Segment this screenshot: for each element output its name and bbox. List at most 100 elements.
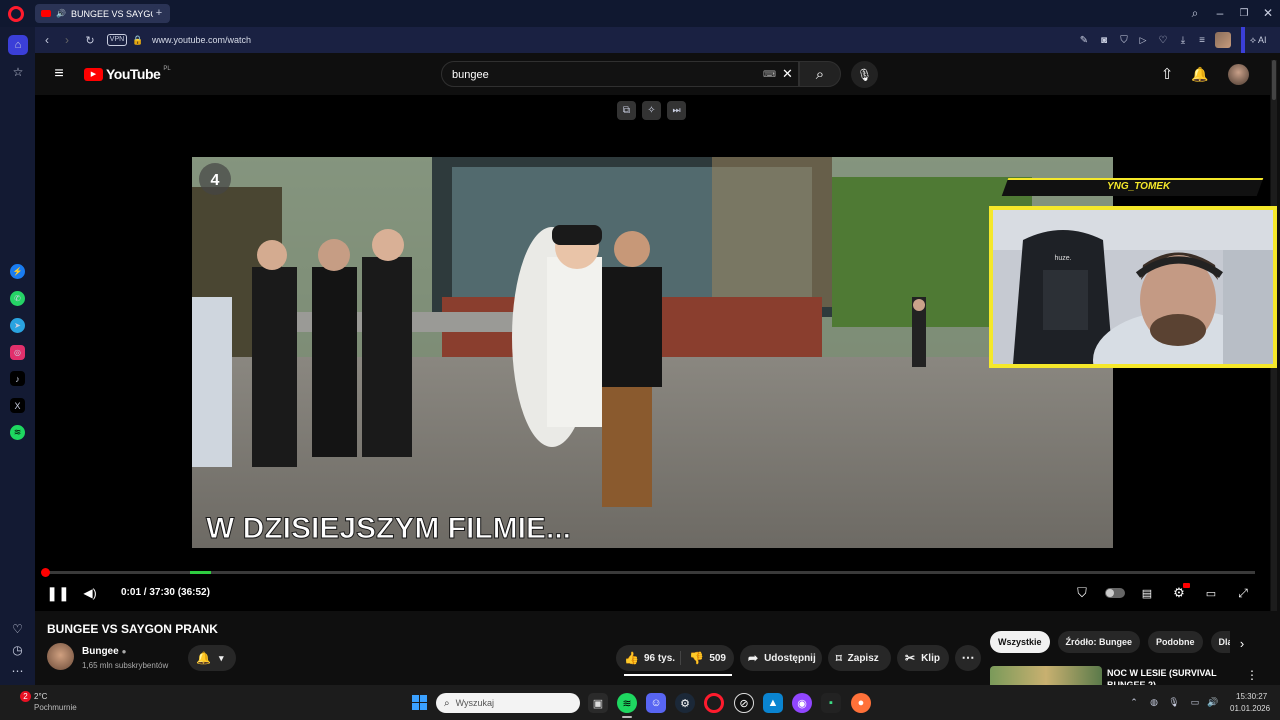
browser-tab-active[interactable]: 🔊 BUNGEE VS SAYGON (35, 4, 170, 23)
clip-button[interactable]: ✂ Klip (897, 645, 949, 671)
share-button[interactable]: ➦ Udostępnij (740, 645, 822, 671)
chip-related[interactable]: Podobne (1148, 631, 1203, 653)
weather-widget[interactable]: 2 2°C Pochmurnie (20, 691, 90, 715)
skip-icon[interactable]: ⏭ (667, 101, 686, 120)
task-view-icon[interactable]: ▣ (588, 693, 608, 713)
recommended-menu-icon[interactable]: ⋮ (1246, 668, 1258, 682)
chip-for-you[interactable]: Dla (1210, 631, 1230, 653)
clip-label: Klip (921, 652, 940, 664)
clear-search-icon[interactable]: ✕ (782, 66, 793, 82)
pause-icon[interactable]: ❚❚ (46, 584, 69, 602)
messenger-icon[interactable]: ⚡ (10, 264, 25, 279)
clock-date[interactable]: 01.01.2026 (1230, 704, 1270, 713)
fullscreen-icon[interactable]: ⤢ (1234, 584, 1252, 602)
search-button[interactable]: ⌕ (799, 61, 841, 87)
spotify-taskbar-icon[interactable]: ≋ (617, 693, 637, 713)
subtitles-icon[interactable]: ▤ (1138, 584, 1156, 602)
firefox-taskbar-icon[interactable]: ● (851, 693, 871, 713)
url-field[interactable]: www.youtube.com/watch (152, 35, 251, 45)
chips-next-icon[interactable]: › (1234, 634, 1250, 652)
steam-taskbar-icon[interactable]: ⚙ (675, 693, 695, 713)
network-icon[interactable]: ▭ (1188, 695, 1202, 709)
upload-icon[interactable]: ⇧ (1158, 65, 1176, 83)
recommended-thumbnail[interactable] (990, 666, 1102, 685)
save-button[interactable]: ⌑ Zapisz (828, 645, 891, 671)
twitch-taskbar-icon[interactable]: ◉ (792, 693, 812, 713)
recommended-title-1[interactable]: NOC W LESIE (SURVIVAL (1107, 668, 1217, 678)
progress-scrubber[interactable] (41, 568, 50, 577)
heart-outline-icon[interactable]: ♡ (1156, 32, 1170, 48)
instagram-icon[interactable]: ◎ (10, 345, 25, 360)
autoplay-toggle[interactable] (1105, 588, 1125, 598)
reload-icon[interactable]: ↻ (82, 32, 98, 48)
like-button[interactable]: 👍 96 tys. (624, 651, 675, 665)
channel-avatar[interactable] (47, 643, 74, 670)
taskbar-search[interactable]: ⌕ Wyszukaj (436, 693, 580, 713)
hamburger-menu-icon[interactable]: ≡ (49, 65, 69, 83)
clock-time[interactable]: 15:30:27 (1236, 692, 1267, 701)
search-input[interactable]: bungee ⌨ ✕ (441, 61, 799, 87)
microphone-tray-icon[interactable]: 🎙 (1168, 695, 1180, 709)
close-window-button[interactable]: ✕ (1260, 5, 1276, 21)
heart-icon[interactable]: ♡ (10, 621, 25, 636)
audio-icon[interactable]: 🔊 (56, 9, 66, 18)
thumbs-down-icon: 👎 (689, 651, 705, 665)
play-icon[interactable]: ▷ (1136, 32, 1150, 48)
sponsorblock-icon[interactable]: ⛉ (1073, 584, 1091, 602)
chip-all[interactable]: Wszystkie (990, 631, 1050, 653)
bookmarks-star-icon[interactable]: ☆ (8, 62, 28, 82)
keyboard-icon[interactable]: ⌨ (763, 69, 776, 80)
page-scrollbar[interactable] (1271, 60, 1277, 680)
video-frame[interactable]: 4 W DZISIEJSZYM FILMIE... (192, 157, 1113, 548)
webcam-frame: huze. (989, 206, 1277, 368)
x-twitter-icon[interactable]: X (10, 398, 25, 413)
start-windows-icon[interactable] (412, 695, 427, 710)
spotify-icon[interactable]: ≋ (10, 425, 25, 440)
tray-chevron-up-icon[interactable]: ⌃ (1128, 695, 1140, 709)
more-actions-button[interactable]: ⋯ (955, 645, 981, 671)
miniplayer-icon[interactable]: ⧉ (617, 101, 636, 120)
shield-icon[interactable]: ⛉ (1117, 32, 1131, 48)
subscribe-notify-button[interactable]: 🔔 ▾ (188, 645, 236, 671)
bookmark-icon: ⌑ (836, 652, 842, 665)
restore-button[interactable]: ❐ (1236, 5, 1252, 21)
android-taskbar-icon[interactable]: ▪ (821, 693, 841, 713)
menu-icon[interactable]: ≡ (1195, 32, 1209, 48)
account-avatar[interactable] (1228, 64, 1249, 85)
new-tab-button[interactable]: + (152, 6, 166, 20)
minimize-button[interactable]: – (1212, 5, 1228, 21)
search-tabs-icon[interactable]: ⌕ (1187, 5, 1203, 21)
profile-avatar[interactable] (1215, 32, 1231, 48)
camera-icon[interactable]: ◙ (1097, 32, 1111, 48)
voice-search-icon[interactable]: 🎙 (851, 61, 878, 88)
discord-taskbar-icon[interactable]: ☺ (646, 693, 666, 713)
theater-mode-icon[interactable]: ▭ (1202, 584, 1220, 602)
telegram-icon[interactable]: ➤ (10, 318, 25, 333)
volume-tray-icon[interactable]: 🔊 (1206, 695, 1220, 709)
photos-taskbar-icon[interactable]: ▲ (763, 693, 783, 713)
notifications-bell-icon[interactable]: 🔔 (1191, 65, 1209, 83)
more-icon[interactable]: ⋯ (10, 663, 25, 678)
home-icon[interactable]: ⌂ (8, 35, 28, 55)
history-icon[interactable]: ◷ (10, 642, 25, 657)
volume-icon[interactable]: ◀) (81, 584, 99, 602)
video-progress-bar[interactable] (41, 568, 1255, 577)
ai-button[interactable]: ⟡ AI (1250, 33, 1278, 47)
opera-taskbar-icon[interactable] (704, 693, 724, 713)
app-circle-taskbar-icon[interactable]: ⊘ (734, 693, 754, 713)
opera-logo-icon[interactable] (8, 6, 24, 22)
channel-name[interactable]: Bungee ● (82, 646, 127, 657)
youtube-logo[interactable]: ▶ YouTube PL (84, 66, 171, 82)
edit-icon[interactable]: ✎ (1077, 32, 1091, 48)
download-icon[interactable]: ⤓ (1176, 32, 1190, 48)
video-caption: W DZISIEJSZYM FILMIE... (206, 512, 571, 545)
whatsapp-icon[interactable]: ✆ (10, 291, 25, 306)
dislike-button[interactable]: 👎 509 (680, 651, 726, 665)
vpn-badge[interactable]: VPN (107, 34, 127, 46)
back-icon[interactable]: ‹ (39, 32, 55, 48)
forward-icon[interactable]: › (59, 32, 75, 48)
tiktok-icon[interactable]: ♪ (10, 371, 25, 386)
tray-app-icon[interactable]: ◍ (1147, 695, 1161, 709)
chip-source[interactable]: Źródło: Bungee (1057, 631, 1141, 653)
sparkle-icon[interactable]: ✧ (642, 101, 661, 120)
